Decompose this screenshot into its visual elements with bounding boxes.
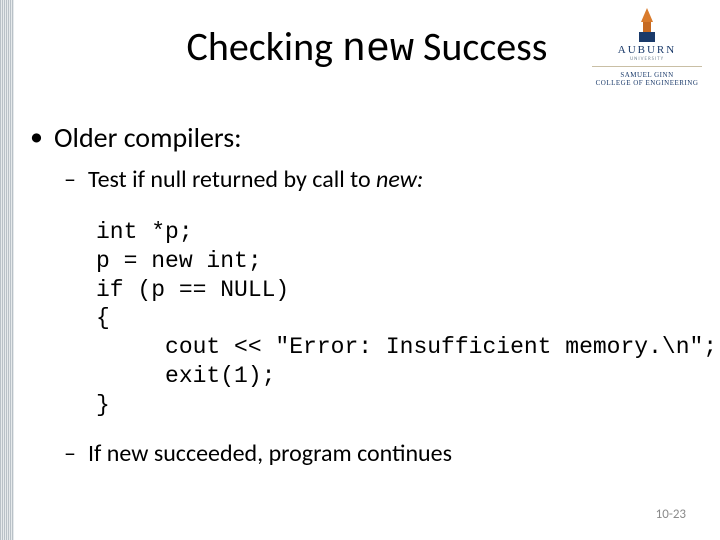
bullet-1-text: Older compilers: (54, 120, 242, 155)
slide-body: AUBURN UNIVERSITY SAMUEL GINN COLLEGE OF… (14, 0, 720, 540)
logo-college-line2: COLLEGE OF ENGINEERING (592, 79, 702, 87)
sub-bullet-2-text: If new succeeded, program continues (88, 439, 452, 468)
sub-bullet-1-prefix: Test if null returned by call to (88, 165, 376, 194)
bullet-list: Older compilers: Test if null returned b… (24, 120, 710, 468)
code-sample: int *p; p = new int; if (p == NULL) { co… (96, 218, 710, 419)
logo-univ-subline: UNIVERSITY (592, 56, 702, 62)
logo-divider (592, 66, 702, 67)
title-part2: Success (414, 22, 547, 71)
sub-bullet-2: If new succeeded, program continues (54, 439, 710, 468)
logo-univ-name: AUBURN (592, 44, 702, 56)
university-logo: AUBURN UNIVERSITY SAMUEL GINN COLLEGE OF… (592, 8, 702, 88)
title-part1: Checking (187, 22, 342, 71)
page-number: 10-23 (656, 507, 686, 522)
sub-bullet-1-italic: new: (376, 165, 423, 194)
title-mono: new (342, 28, 414, 73)
logo-tower-icon (639, 8, 655, 42)
sub-bullet-list-1: Test if null returned by call to new: (54, 165, 710, 194)
sub-bullet-1: Test if null returned by call to new: (54, 165, 710, 194)
left-decorative-stripe (0, 0, 14, 540)
logo-college-line1: SAMUEL GINN (592, 71, 702, 79)
bullet-1: Older compilers: Test if null returned b… (24, 120, 710, 468)
sub-bullet-list-2: If new succeeded, program continues (54, 439, 710, 468)
content-area: Older compilers: Test if null returned b… (24, 120, 710, 482)
